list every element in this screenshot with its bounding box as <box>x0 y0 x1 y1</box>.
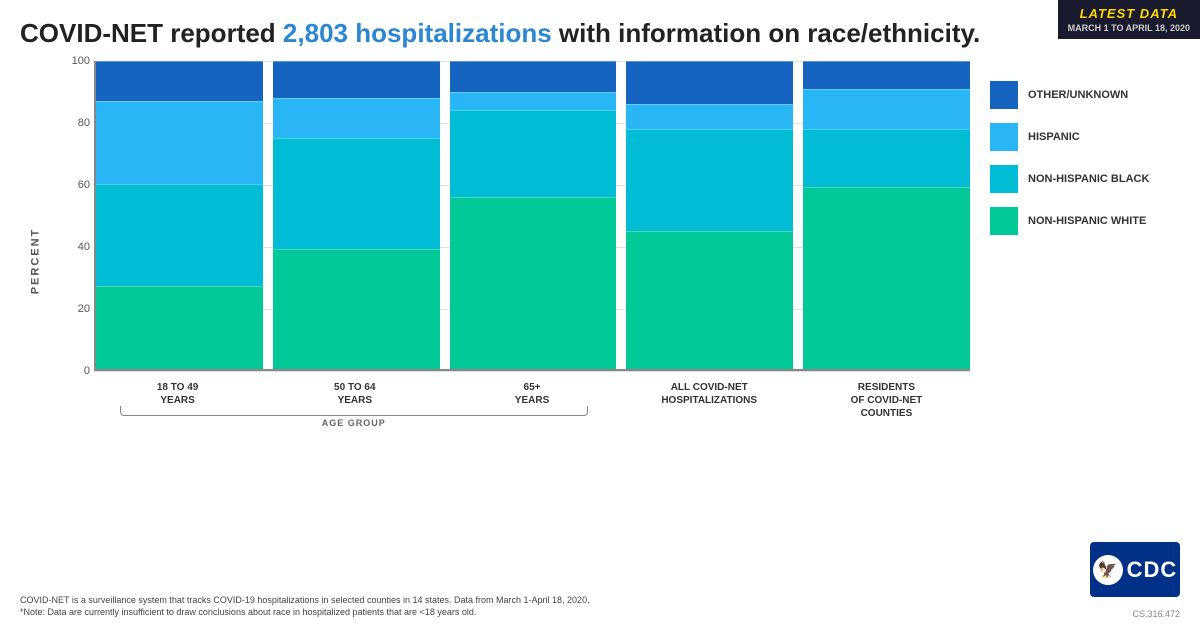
badge-dates: MARCH 1 TO APRIL 18, 2020 <box>1068 23 1190 33</box>
bar-segment-non_hispanic_black <box>96 184 263 286</box>
cdc-eagle-icon: 🦅 <box>1093 555 1123 585</box>
bar-segment-non_hispanic_black <box>450 110 617 196</box>
legend-swatch <box>990 81 1018 109</box>
cdc-text: CDC <box>1127 557 1178 583</box>
bar-segment-non_hispanic_black <box>626 129 793 231</box>
bar-group <box>450 61 617 369</box>
title-highlight: 2,803 hospitalizations <box>283 18 552 48</box>
grid-line-0 <box>94 371 970 372</box>
bar-segment-hispanic <box>450 92 617 110</box>
y-labels: 0 20 40 60 80 100 <box>60 61 94 371</box>
chart-inner: 0 20 40 60 80 100 18 TO 49YEARS50 TO 64Y… <box>60 61 970 401</box>
bar-segment-non_hispanic_white <box>450 197 617 369</box>
stacked-bar <box>450 61 617 369</box>
legend-label: NON-HISPANIC WHITE <box>1028 215 1146 227</box>
cdc-logo: 🦅 CDC <box>1090 542 1180 597</box>
bar-group <box>273 61 440 369</box>
bar-group <box>96 61 263 369</box>
stacked-bar <box>96 61 263 369</box>
bracket-spacer <box>624 406 970 428</box>
y-label-0: 0 <box>84 365 90 377</box>
bar-segment-other_unknown <box>803 61 970 89</box>
bar-segment-other_unknown <box>273 61 440 98</box>
y-axis-label: PERCENT <box>29 228 41 295</box>
y-label-60: 60 <box>78 179 90 191</box>
stacked-bar <box>626 61 793 369</box>
bar-segment-other_unknown <box>450 61 617 92</box>
footnote: COVID-NET is a surveillance system that … <box>20 594 590 619</box>
bar-segment-non_hispanic_black <box>803 129 970 188</box>
y-label-20: 20 <box>78 303 90 315</box>
age-bracket: AGE GROUP <box>94 406 614 428</box>
chart-id: CS.316.472 <box>1132 609 1180 619</box>
age-bracket-container: AGE GROUP <box>94 406 970 428</box>
bar-group <box>803 61 970 369</box>
title-suffix: with information on race/ethnicity. <box>552 18 981 48</box>
chart-area: PERCENT 0 20 40 60 80 100 <box>0 61 1200 461</box>
bar-segment-hispanic <box>803 89 970 129</box>
bar-segment-non_hispanic_white <box>273 249 440 369</box>
legend-item: NON-HISPANIC BLACK <box>990 165 1180 193</box>
stacked-bar <box>803 61 970 369</box>
bars-area <box>94 61 970 371</box>
latest-data-badge: LATEST DATA MARCH 1 TO APRIL 18, 2020 <box>1058 0 1200 39</box>
bar-segment-other_unknown <box>96 61 263 101</box>
bar-segment-non_hispanic_white <box>96 286 263 369</box>
badge-title: LATEST DATA <box>1068 6 1190 21</box>
legend-swatch <box>990 207 1018 235</box>
bar-segment-hispanic <box>96 101 263 184</box>
main-title: COVID-NET reported 2,803 hospitalization… <box>0 0 1200 57</box>
legend-item: OTHER/UNKNOWN <box>990 81 1180 109</box>
legend-label: NON-HISPANIC BLACK <box>1028 173 1149 185</box>
legend: OTHER/UNKNOWN HISPANIC NON-HISPANIC BLACK N… <box>970 61 1180 461</box>
legend-swatch <box>990 165 1018 193</box>
bar-segment-non_hispanic_black <box>273 138 440 249</box>
bracket-line <box>120 406 588 416</box>
stacked-bar <box>273 61 440 369</box>
y-label-80: 80 <box>78 117 90 129</box>
legend-item: NON-HISPANIC WHITE <box>990 207 1180 235</box>
bracket-label: AGE GROUP <box>94 418 614 428</box>
bar-segment-other_unknown <box>626 61 793 104</box>
legend-item: HISPANIC <box>990 123 1180 151</box>
y-label-100: 100 <box>72 55 90 67</box>
y-label-40: 40 <box>78 241 90 253</box>
legend-label: OTHER/UNKNOWN <box>1028 89 1128 101</box>
title-prefix: COVID-NET reported <box>20 18 283 48</box>
legend-label: HISPANIC <box>1028 131 1080 143</box>
footnote-line: COVID-NET is a surveillance system that … <box>20 594 590 607</box>
chart-container: PERCENT 0 20 40 60 80 100 <box>20 61 970 461</box>
bar-segment-hispanic <box>626 104 793 129</box>
bar-segment-non_hispanic_white <box>626 231 793 370</box>
footnote-line: *Note: Data are currently insufficient t… <box>20 606 590 619</box>
bar-group <box>626 61 793 369</box>
bar-segment-non_hispanic_white <box>803 187 970 369</box>
legend-swatch <box>990 123 1018 151</box>
bar-segment-hispanic <box>273 98 440 138</box>
